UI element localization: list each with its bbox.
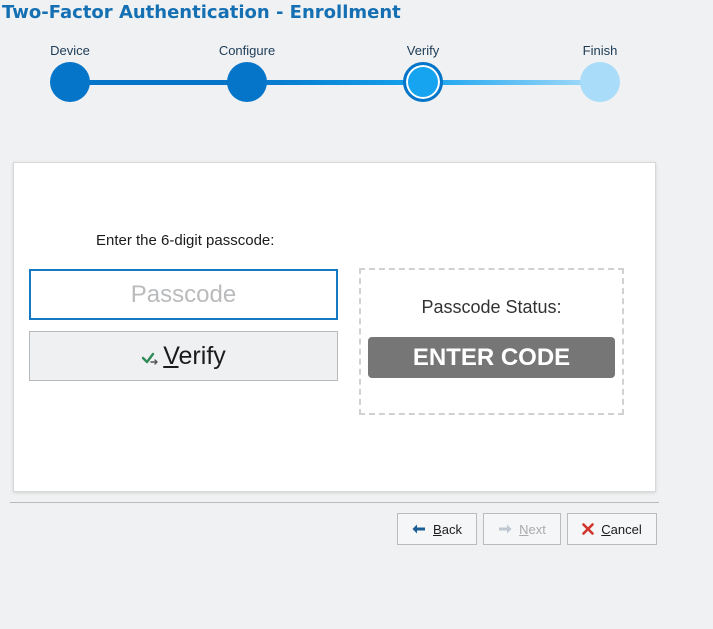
footer-divider [10,502,659,503]
step-label-device: Device [50,43,90,58]
step-dot-configure [227,62,267,102]
status-badge: ENTER CODE [368,337,615,378]
step-dot-finish [580,62,620,102]
progress-stepper: Device Configure Verify Finish [0,40,713,110]
step-label-verify: Verify [406,43,440,58]
verify-label: Verify [163,341,226,370]
passcode-prompt: Enter the 6-digit passcode: [96,232,275,249]
step-connector [247,80,423,85]
close-x-icon [582,523,595,535]
next-button[interactable]: Next [483,513,561,545]
step-dot-device [50,62,90,102]
status-label: Passcode Status: [421,297,562,317]
cancel-button[interactable]: Cancel [567,513,657,545]
back-label: Back [433,521,462,537]
window-title: Two-Factor Authentication - Enrollment [2,2,401,23]
check-arrow-icon [142,352,158,365]
passcode-status-panel: Passcode Status: ENTER CODE [359,268,624,415]
arrow-left-icon [412,524,426,534]
step-dot-verify [403,62,443,102]
step-connector [70,80,247,85]
arrow-right-icon [499,524,512,534]
passcode-input[interactable] [29,269,338,320]
step-label-finish: Finish [582,43,618,58]
cancel-label: Cancel [601,521,642,537]
back-button[interactable]: Back [397,513,477,545]
step-label-configure: Configure [218,43,276,58]
next-label: Next [519,521,546,537]
step-connector [423,80,600,85]
verify-button[interactable]: Verify [29,331,338,381]
